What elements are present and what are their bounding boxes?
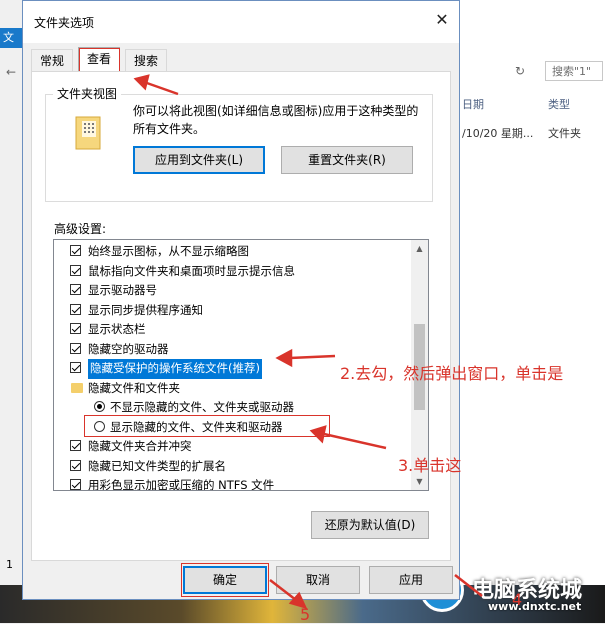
step4-annotation: 4 [512, 590, 523, 609]
step2-annotation: 2.去勾，然后弹出窗口，单击是 [340, 364, 564, 383]
step5-annotation: 5 [300, 605, 311, 624]
step3-annotation: 3.单击这 [398, 456, 462, 475]
annotation-arrows [133, 74, 483, 609]
